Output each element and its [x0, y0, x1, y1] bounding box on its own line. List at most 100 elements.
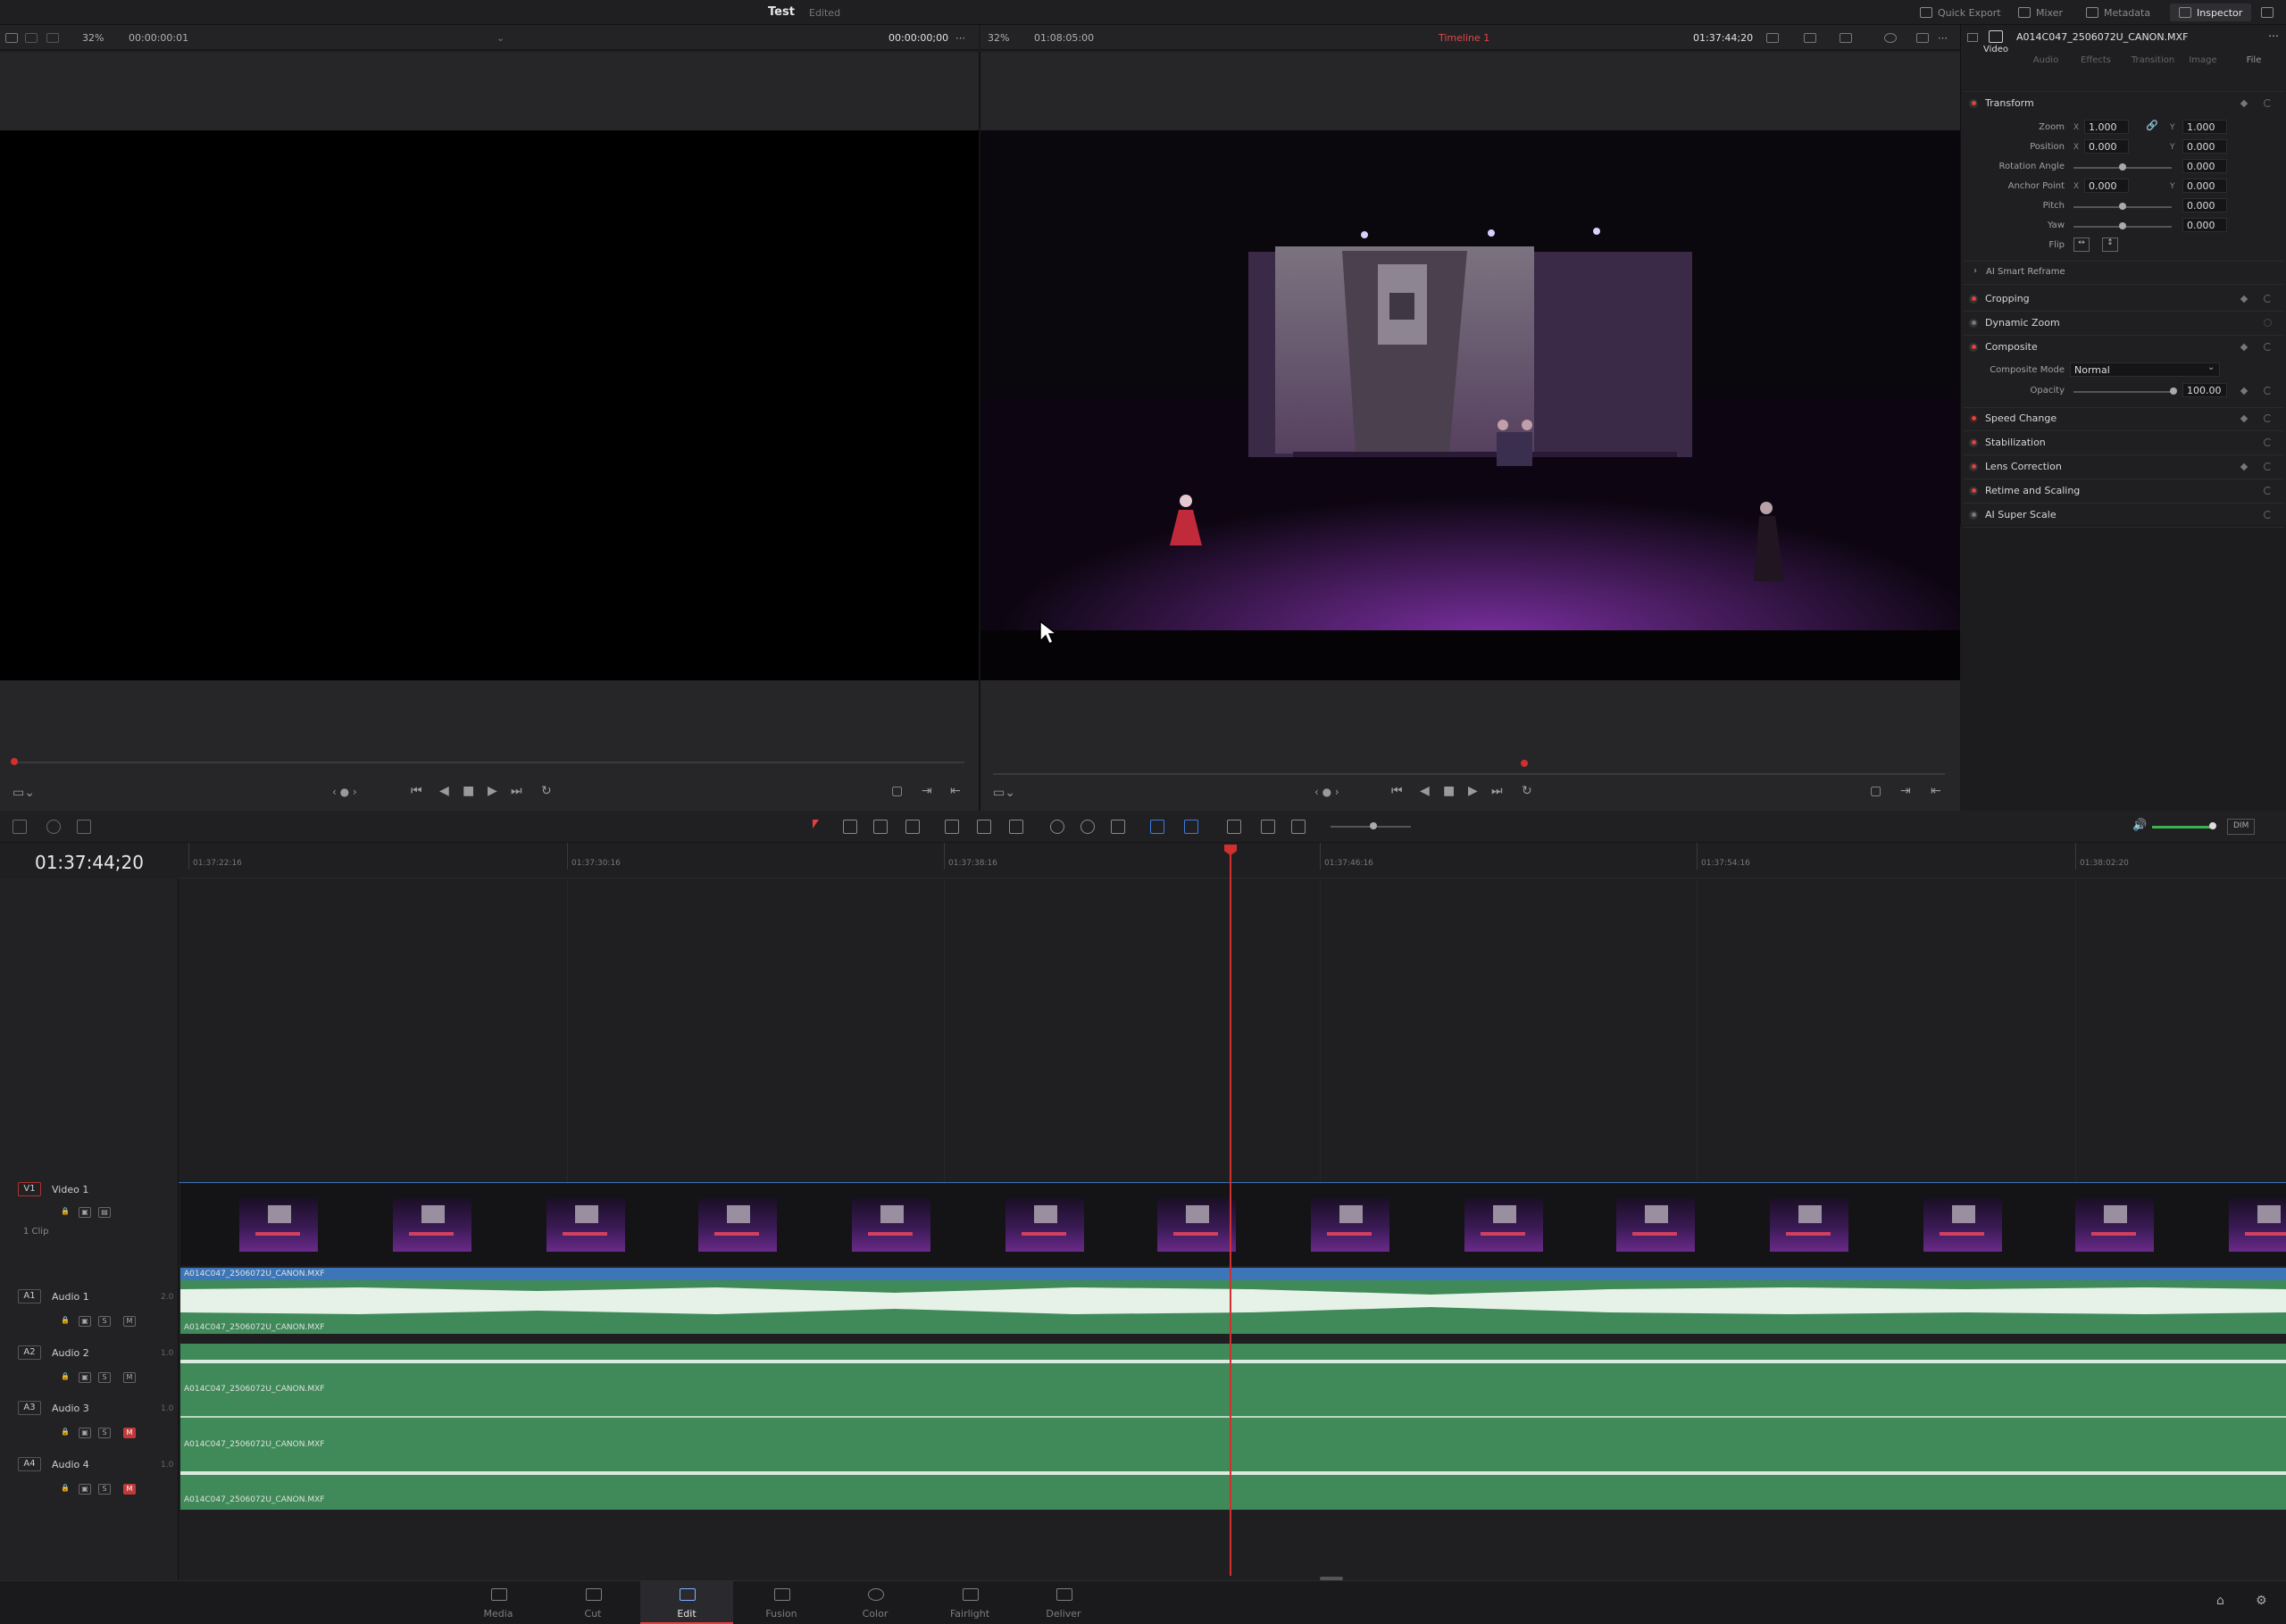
play-reverse-icon[interactable]: ◀ — [439, 784, 449, 798]
yaw-knob[interactable] — [2119, 222, 2126, 229]
timeline-match-frame-icon[interactable]: ▢ — [1870, 784, 1881, 798]
inspector-button[interactable]: Inspector — [2170, 4, 2252, 21]
flip-vertical-icon[interactable]: ↕ — [2102, 237, 2118, 252]
lock-icon[interactable]: 🔒 — [59, 1484, 71, 1495]
source-options-icon[interactable]: ⋯ — [955, 32, 965, 44]
stop-icon[interactable]: ■ — [463, 784, 474, 798]
mute-button-a4[interactable]: M — [123, 1484, 136, 1495]
blade-tool-icon[interactable] — [905, 820, 920, 834]
gear-icon[interactable]: ⚙ — [2256, 1594, 2267, 1608]
ai-smart-reframe[interactable]: AI Smart Reframe — [1986, 267, 2065, 277]
lens-correction-toggle[interactable] — [1969, 462, 1978, 471]
dual-viewer-icon[interactable] — [25, 33, 38, 43]
loop-icon[interactable]: ↻ — [541, 784, 552, 798]
section-lens-correction[interactable]: Lens Correction — [1969, 461, 2062, 472]
zoom-full-icon[interactable] — [1227, 820, 1241, 834]
volume-icon[interactable]: 🔊 — [2132, 819, 2147, 832]
track-tag-a3[interactable]: A3 — [18, 1401, 41, 1415]
pitch-field[interactable]: 0.000 — [2182, 198, 2227, 212]
auto-select-icon[interactable]: ▣ — [79, 1207, 91, 1218]
reset-icon[interactable] — [2264, 414, 2272, 422]
solo-button-a1[interactable]: S — [98, 1316, 111, 1327]
volume-slider[interactable] — [2152, 826, 2215, 829]
timeline-jog-icon[interactable]: ‹ ● › — [1314, 786, 1339, 798]
lock-icon[interactable]: 🔒 — [59, 1207, 71, 1218]
viewer-mode-icon[interactable] — [1766, 33, 1779, 43]
timeline-loop-icon[interactable]: ↻ — [1522, 784, 1532, 798]
skip-end-icon[interactable]: ⏭ — [511, 784, 522, 798]
reset-icon[interactable] — [2264, 295, 2272, 303]
source-viewer-screen[interactable] — [0, 130, 979, 680]
track-tag-v1[interactable]: V1 — [18, 1182, 41, 1196]
zoom-y-field[interactable]: 1.000 — [2182, 120, 2227, 134]
link-icon[interactable]: 🔗 — [2146, 120, 2158, 131]
transform-icon[interactable] — [1840, 33, 1852, 43]
inspector-options-icon[interactable]: ⋯ — [2268, 29, 2279, 42]
tab-transition[interactable]: Transition — [2129, 55, 2177, 65]
reset-icon[interactable] — [2264, 319, 2272, 327]
metadata-button[interactable]: Metadata — [2086, 4, 2150, 21]
tab-video[interactable]: Video — [1977, 30, 2015, 54]
section-dynamic-zoom[interactable]: Dynamic Zoom — [1969, 317, 2060, 329]
linked-selection-icon[interactable] — [1080, 820, 1095, 834]
mark-in-icon[interactable]: ⇤ — [950, 784, 961, 798]
section-stabilization[interactable]: Stabilization — [1969, 437, 2046, 448]
chevron-down-icon[interactable]: ⌄ — [2207, 362, 2215, 372]
page-color[interactable]: Color — [829, 1581, 922, 1624]
timeline-viewer-playhead[interactable] — [1521, 760, 1528, 767]
zoom-slider-knob[interactable] — [1370, 822, 1377, 829]
match-frame-icon[interactable]: ▢ — [891, 784, 903, 798]
track-visibility-icon[interactable]: ▤ — [98, 1207, 111, 1218]
page-fairlight[interactable]: Fairlight — [923, 1581, 1016, 1624]
section-transform[interactable]: Transform — [1969, 97, 2034, 109]
zoom-custom-icon[interactable] — [1291, 820, 1306, 834]
composite-toggle[interactable] — [1969, 342, 1978, 352]
mark-out-icon[interactable]: ⇥ — [922, 784, 932, 798]
video-clip-label[interactable]: A014C047_2506072U_CANON.MXF — [180, 1268, 2286, 1280]
track-name-a1[interactable]: Audio 1 — [52, 1291, 89, 1303]
reset-icon[interactable] — [2264, 438, 2272, 446]
timeline-skip-start-icon[interactable]: ⏮ — [1391, 784, 1403, 798]
opacity-knob[interactable] — [2170, 387, 2177, 395]
layout-icon[interactable] — [5, 33, 18, 43]
auto-select-icon[interactable]: ▣ — [79, 1316, 91, 1327]
overlay-icon[interactable] — [1804, 33, 1816, 43]
selection-tool-icon[interactable] — [813, 820, 819, 829]
section-composite[interactable]: Composite — [1969, 341, 2038, 353]
marker-icon[interactable] — [1184, 820, 1198, 834]
timeline-skip-end-icon[interactable]: ⏭ — [1491, 784, 1503, 798]
home-icon[interactable]: ⌂ — [2216, 1594, 2224, 1608]
track-name-a4[interactable]: Audio 4 — [52, 1459, 89, 1470]
position-lock-icon[interactable] — [1111, 820, 1125, 834]
reset-icon[interactable] — [2264, 387, 2272, 395]
page-media[interactable]: Media — [452, 1581, 545, 1624]
auto-select-icon[interactable]: ▣ — [79, 1484, 91, 1495]
timeline-viewer-zoom[interactable]: 32% — [988, 32, 1009, 44]
track-name-a3[interactable]: Audio 3 — [52, 1403, 89, 1414]
quick-export-button[interactable]: Quick Export — [1920, 4, 2001, 21]
insert-clip-icon[interactable] — [945, 820, 959, 834]
reset-icon[interactable] — [2264, 462, 2272, 471]
timeline-viewer-options-icon[interactable]: ⋯ — [1938, 32, 1948, 44]
auto-select-icon[interactable]: ▣ — [79, 1372, 91, 1383]
rotation-field[interactable]: 0.000 — [2182, 159, 2227, 173]
reset-icon[interactable] — [2264, 343, 2272, 351]
composite-mode-select[interactable]: Normal — [2070, 362, 2220, 377]
anchor-x-field[interactable]: 0.000 — [2084, 179, 2129, 193]
timeline-view-options-icon[interactable] — [13, 820, 27, 834]
play-icon[interactable]: ▶ — [488, 784, 497, 798]
source-playhead[interactable] — [11, 758, 18, 765]
stage-frame[interactable] — [980, 130, 1960, 680]
pitch-knob[interactable] — [2119, 203, 2126, 210]
mute-button-a3[interactable]: M — [123, 1428, 136, 1438]
solo-button-a4[interactable]: S — [98, 1484, 111, 1495]
position-x-field[interactable]: 0.000 — [2084, 139, 2129, 154]
retime-toggle[interactable] — [1969, 486, 1978, 496]
timeline-scrubber[interactable] — [993, 773, 1945, 775]
fullscreen-icon[interactable] — [1916, 33, 1929, 43]
page-fusion[interactable]: Fusion — [735, 1581, 828, 1624]
mute-button-a1[interactable]: M — [123, 1316, 136, 1327]
timeline-play-icon[interactable]: ▶ — [1468, 784, 1478, 798]
section-cropping[interactable]: Cropping — [1969, 293, 2030, 304]
tab-image[interactable]: Image — [2184, 55, 2222, 65]
